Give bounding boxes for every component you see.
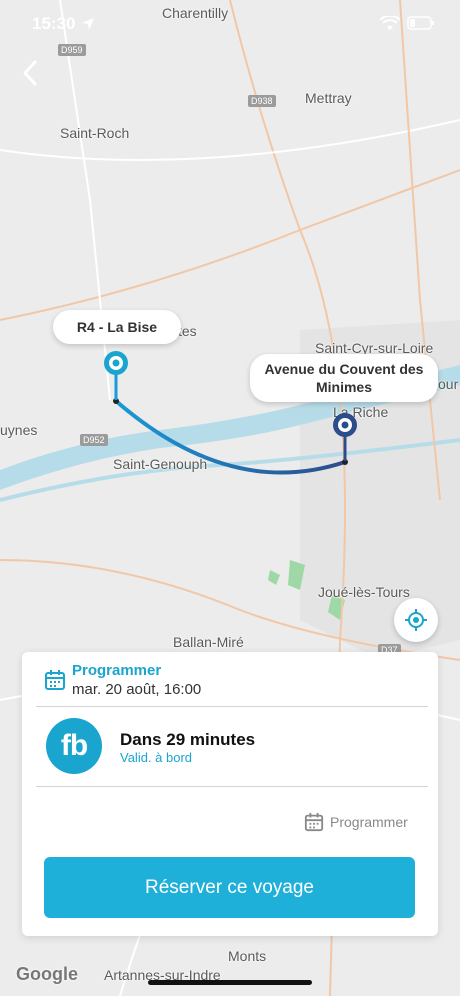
calendar-icon	[45, 670, 65, 690]
place-label: Ballan-Miré	[173, 634, 244, 650]
origin-pin-icon[interactable]	[102, 349, 130, 377]
schedule-date[interactable]: mar. 20 août, 16:00	[72, 681, 201, 698]
destination-label: Avenue du Couvent des Minimes	[264, 361, 424, 395]
status-time: 15:30	[32, 14, 76, 33]
crosshair-icon	[405, 609, 427, 631]
locate-me-button[interactable]	[394, 598, 438, 642]
origin-callout[interactable]: R4 - La Bise	[53, 310, 181, 344]
program-button-label: Programmer	[330, 814, 408, 830]
road-marker: D938	[248, 95, 276, 107]
place-label: uynes	[0, 422, 38, 438]
destination-callout[interactable]: Avenue du Couvent des Minimes	[250, 354, 438, 402]
schedule-title[interactable]: Programmer	[72, 662, 161, 679]
home-indicator[interactable]	[148, 980, 312, 985]
back-chevron-icon[interactable]	[16, 58, 46, 88]
location-arrow-icon	[82, 18, 94, 30]
place-label: Saint-Genouph	[113, 456, 208, 472]
trip-title: Dans 29 minutes	[120, 730, 256, 749]
divider	[36, 706, 428, 707]
trip-card: Programmer mar. 20 août, 16:00 fb Dans 2…	[22, 652, 438, 936]
place-label: Saint-Roch	[60, 125, 130, 141]
place-label: our	[438, 376, 459, 392]
program-button[interactable]: Programmer	[304, 812, 408, 832]
wifi-icon	[380, 16, 400, 30]
divider	[36, 786, 428, 787]
road-marker: D952	[80, 434, 108, 446]
status-bar: 15:30	[0, 0, 460, 50]
origin-label: R4 - La Bise	[76, 319, 158, 335]
calendar-icon	[304, 812, 324, 832]
destination-pin-icon[interactable]	[331, 411, 359, 439]
operator-logo: fb	[46, 718, 102, 774]
place-label: Joué-lès-Tours	[318, 584, 410, 600]
reserve-trip-button[interactable]: Réserver ce voyage	[44, 857, 415, 918]
battery-icon	[407, 16, 434, 30]
place-label: Monts	[228, 948, 267, 964]
trip-subtitle: Valid. à bord	[120, 750, 193, 765]
google-attribution: Google	[16, 964, 78, 984]
place-label: Mettray	[305, 90, 352, 106]
